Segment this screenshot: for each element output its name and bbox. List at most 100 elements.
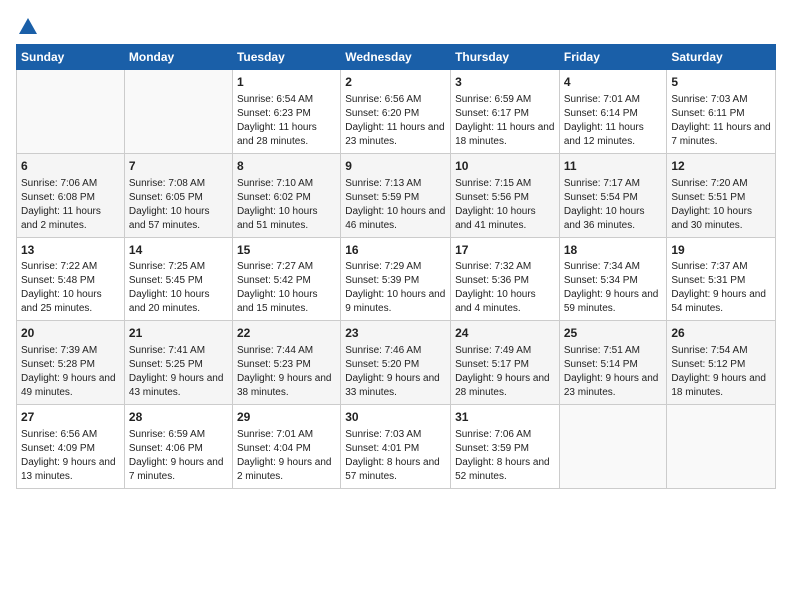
cell-content: 21Sunrise: 7:41 AMSunset: 5:25 PMDayligh… xyxy=(129,325,228,400)
sunset-text: Sunset: 5:48 PM xyxy=(21,275,95,286)
calendar-week-row: 6Sunrise: 7:06 AMSunset: 6:08 PMDaylight… xyxy=(17,153,776,237)
day-number: 1 xyxy=(237,74,336,91)
daylight-text: Daylight: 11 hours and 28 minutes. xyxy=(237,122,317,147)
sunset-text: Sunset: 6:20 PM xyxy=(345,108,419,119)
calendar-cell: 20Sunrise: 7:39 AMSunset: 5:28 PMDayligh… xyxy=(17,321,125,405)
cell-content: 29Sunrise: 7:01 AMSunset: 4:04 PMDayligh… xyxy=(237,409,336,484)
day-number: 21 xyxy=(129,325,228,342)
calendar-cell xyxy=(667,405,776,489)
cell-content: 3 Sunrise: 6:59 AM Sunset: 6:17 PM Daylight… xyxy=(455,74,555,149)
sunset-text: Sunset: 5:12 PM xyxy=(671,359,745,370)
sunset-text: Sunset: 6:11 PM xyxy=(671,108,744,119)
day-number: 9 xyxy=(345,158,446,175)
day-number: 16 xyxy=(345,242,446,259)
cell-content: 12Sunrise: 7:20 AMSunset: 5:51 PMDayligh… xyxy=(671,158,771,233)
sunrise-text: Sunrise: 7:06 AM xyxy=(455,429,531,440)
logo-icon xyxy=(17,16,39,38)
sunrise-text: Sunrise: 7:54 AM xyxy=(671,345,747,356)
daylight-text: Daylight: 9 hours and 23 minutes. xyxy=(564,373,659,398)
sunset-text: Sunset: 6:17 PM xyxy=(455,108,529,119)
cell-content: 15Sunrise: 7:27 AMSunset: 5:42 PMDayligh… xyxy=(237,242,336,317)
day-number: 11 xyxy=(564,158,663,175)
daylight-text: Daylight: 10 hours and 41 minutes. xyxy=(455,206,536,231)
calendar-cell: 29Sunrise: 7:01 AMSunset: 4:04 PMDayligh… xyxy=(232,405,340,489)
daylight-text: Daylight: 9 hours and 49 minutes. xyxy=(21,373,116,398)
calendar-cell: 25Sunrise: 7:51 AMSunset: 5:14 PMDayligh… xyxy=(559,321,667,405)
daylight-text: Daylight: 10 hours and 9 minutes. xyxy=(345,289,445,314)
sunrise-text: Sunrise: 7:03 AM xyxy=(671,94,747,105)
calendar-cell: 1Sunrise: 6:54 AMSunset: 6:23 PMDaylight… xyxy=(232,70,340,154)
day-number: 13 xyxy=(21,242,120,259)
sunset-text: Sunset: 4:09 PM xyxy=(21,443,95,454)
sunset-text: Sunset: 5:56 PM xyxy=(455,192,529,203)
sunrise-text: Sunrise: 7:51 AM xyxy=(564,345,640,356)
daylight-text: Daylight: 11 hours and 23 minutes. xyxy=(345,122,444,147)
daylight-text: Daylight: 9 hours and 7 minutes. xyxy=(129,457,224,482)
calendar-week-row: 27Sunrise: 6:56 AMSunset: 4:09 PMDayligh… xyxy=(17,405,776,489)
cell-content: 9Sunrise: 7:13 AMSunset: 5:59 PMDaylight… xyxy=(345,158,446,233)
sunrise-text: Sunrise: 7:29 AM xyxy=(345,261,421,272)
daylight-text: Daylight: 10 hours and 57 minutes. xyxy=(129,206,210,231)
sunrise-text: Sunrise: 6:59 AM xyxy=(455,94,531,105)
weekday-header-thursday: Thursday xyxy=(451,45,560,70)
weekday-header-row: SundayMondayTuesdayWednesdayThursdayFrid… xyxy=(17,45,776,70)
calendar-cell: 15Sunrise: 7:27 AMSunset: 5:42 PMDayligh… xyxy=(232,237,340,321)
calendar-cell: 3 Sunrise: 6:59 AM Sunset: 6:17 PM Daylight… xyxy=(451,70,560,154)
cell-content: 24Sunrise: 7:49 AMSunset: 5:17 PMDayligh… xyxy=(455,325,555,400)
calendar-cell: 21Sunrise: 7:41 AMSunset: 5:25 PMDayligh… xyxy=(124,321,232,405)
sunrise-text: Sunrise: 7:22 AM xyxy=(21,261,97,272)
sunrise-text: Sunrise: 7:46 AM xyxy=(345,345,421,356)
sunrise-text: Sunrise: 7:34 AM xyxy=(564,261,640,272)
day-number: 22 xyxy=(237,325,336,342)
calendar-cell: 16Sunrise: 7:29 AMSunset: 5:39 PMDayligh… xyxy=(341,237,451,321)
calendar-cell: 8Sunrise: 7:10 AMSunset: 6:02 PMDaylight… xyxy=(232,153,340,237)
day-number: 14 xyxy=(129,242,228,259)
sunrise-text: Sunrise: 6:54 AM xyxy=(237,94,313,105)
cell-content: 8Sunrise: 7:10 AMSunset: 6:02 PMDaylight… xyxy=(237,158,336,233)
daylight-text: Daylight: 11 hours and 2 minutes. xyxy=(21,206,101,231)
sunrise-text: Sunrise: 7:27 AM xyxy=(237,261,313,272)
sunrise-text: Sunrise: 7:41 AM xyxy=(129,345,205,356)
weekday-header-wednesday: Wednesday xyxy=(341,45,451,70)
calendar-body: 1Sunrise: 6:54 AMSunset: 6:23 PMDaylight… xyxy=(17,70,776,489)
cell-content: 11Sunrise: 7:17 AMSunset: 5:54 PMDayligh… xyxy=(564,158,663,233)
cell-content: 14Sunrise: 7:25 AMSunset: 5:45 PMDayligh… xyxy=(129,242,228,317)
day-number: 30 xyxy=(345,409,446,426)
sunrise-text: Sunrise: 7:01 AM xyxy=(564,94,640,105)
daylight-text: Daylight: 9 hours and 2 minutes. xyxy=(237,457,332,482)
day-number: 4 xyxy=(564,74,663,91)
sunset-text: Sunset: 5:31 PM xyxy=(671,275,745,286)
sunset-text: Sunset: 5:54 PM xyxy=(564,192,638,203)
day-number: 7 xyxy=(129,158,228,175)
calendar-cell: 11Sunrise: 7:17 AMSunset: 5:54 PMDayligh… xyxy=(559,153,667,237)
day-number: 10 xyxy=(455,158,555,175)
day-number: 25 xyxy=(564,325,663,342)
sunset-text: Sunset: 5:34 PM xyxy=(564,275,638,286)
calendar-cell: 18Sunrise: 7:34 AMSunset: 5:34 PMDayligh… xyxy=(559,237,667,321)
daylight-text: Daylight: 10 hours and 15 minutes. xyxy=(237,289,318,314)
calendar-header: SundayMondayTuesdayWednesdayThursdayFrid… xyxy=(17,45,776,70)
day-number: 29 xyxy=(237,409,336,426)
calendar-cell: 24Sunrise: 7:49 AMSunset: 5:17 PMDayligh… xyxy=(451,321,560,405)
daylight-text: Daylight: 11 hours and 18 minutes. xyxy=(455,122,554,147)
sunset-text: Sunset: 4:01 PM xyxy=(345,443,419,454)
daylight-text: Daylight: 9 hours and 38 minutes. xyxy=(237,373,332,398)
calendar-week-row: 20Sunrise: 7:39 AMSunset: 5:28 PMDayligh… xyxy=(17,321,776,405)
sunrise-text: Sunrise: 6:56 AM xyxy=(21,429,97,440)
daylight-text: Daylight: 9 hours and 13 minutes. xyxy=(21,457,116,482)
day-number: 23 xyxy=(345,325,446,342)
sunrise-text: Sunrise: 7:49 AM xyxy=(455,345,531,356)
day-number: 20 xyxy=(21,325,120,342)
sunset-text: Sunset: 6:14 PM xyxy=(564,108,638,119)
daylight-text: Daylight: 11 hours and 12 minutes. xyxy=(564,122,644,147)
calendar-cell: 31Sunrise: 7:06 AMSunset: 3:59 PMDayligh… xyxy=(451,405,560,489)
cell-content: 27Sunrise: 6:56 AMSunset: 4:09 PMDayligh… xyxy=(21,409,120,484)
calendar-cell: 7Sunrise: 7:08 AMSunset: 6:05 PMDaylight… xyxy=(124,153,232,237)
day-number: 3 xyxy=(455,74,555,91)
sunset-text: Sunset: 5:45 PM xyxy=(129,275,203,286)
daylight-text: Daylight: 10 hours and 20 minutes. xyxy=(129,289,210,314)
sunrise-text: Sunrise: 7:08 AM xyxy=(129,178,205,189)
calendar-cell: 14Sunrise: 7:25 AMSunset: 5:45 PMDayligh… xyxy=(124,237,232,321)
sunrise-text: Sunrise: 7:39 AM xyxy=(21,345,97,356)
daylight-text: Daylight: 9 hours and 28 minutes. xyxy=(455,373,550,398)
